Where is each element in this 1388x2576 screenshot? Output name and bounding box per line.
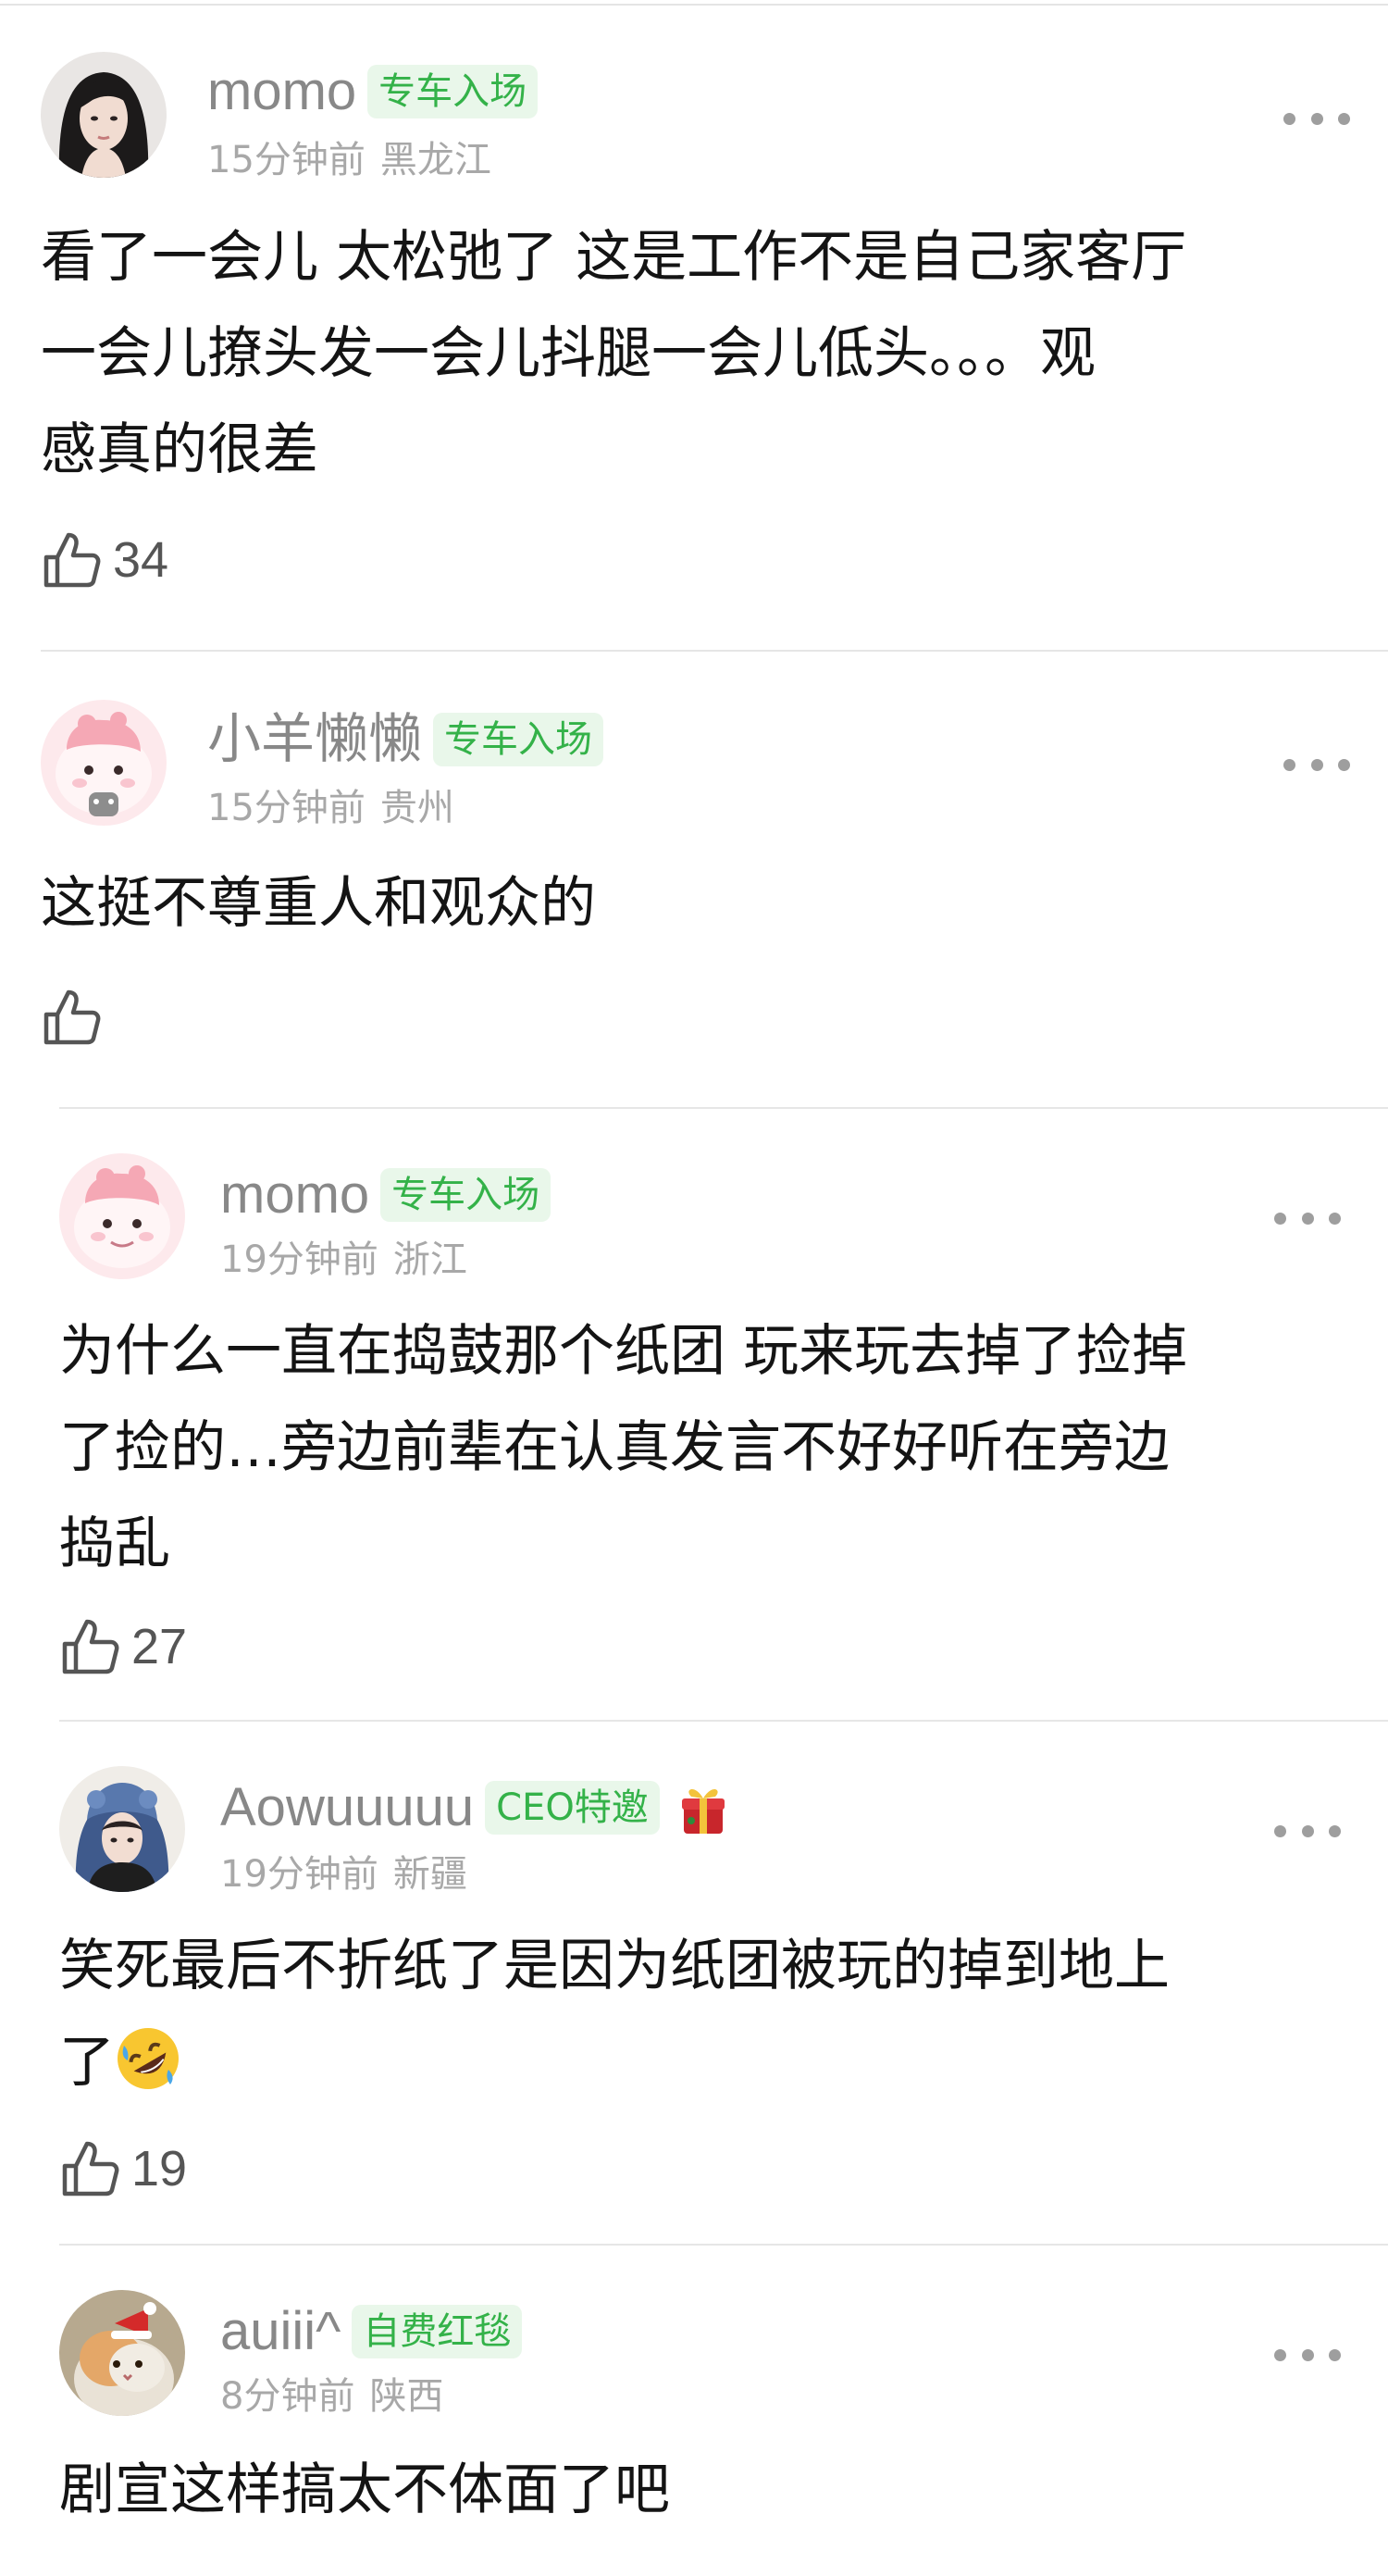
like-count: 19: [131, 2141, 188, 2196]
avatar[interactable]: [59, 2290, 185, 2416]
comment-text: 剧宣这样搞太不体面了吧: [59, 2442, 670, 2538]
username[interactable]: momo: [220, 1163, 369, 1227]
comment-location: 黑龙江: [379, 139, 491, 181]
top-divider: [0, 4, 1388, 6]
comment-time: 15分钟前: [207, 787, 366, 829]
comment-text-line: 为什么一直在捣鼓那个纸团 玩来玩去掉了捡掉: [59, 1319, 1188, 1384]
comment-time: 19分钟前: [220, 1238, 378, 1281]
comment-text-line: 感真的很差: [41, 417, 318, 482]
more-options-icon[interactable]: [1283, 100, 1350, 137]
user-badge: 自费红毯: [352, 2305, 523, 2358]
like-button[interactable]: [41, 987, 113, 1048]
comment-text-line: 捣乱: [59, 1512, 170, 1576]
comment-divider: [59, 1107, 1388, 1109]
like-count: 34: [113, 532, 169, 588]
user-badge: CEO特邀: [485, 1781, 660, 1835]
comment-meta: 8分钟前 陕西: [220, 2373, 443, 2420]
like-count: 27: [131, 1619, 188, 1674]
comment-meta: 19分钟前 新疆: [220, 1851, 467, 1898]
comment-time: 8分钟前: [220, 2375, 355, 2418]
like-button[interactable]: 19: [59, 2138, 187, 2199]
comment-text-line: 一会儿撩头发一会儿抖腿一会儿低头。。。观: [41, 321, 1096, 386]
comment-text-line: 这挺不尊重人和观众的: [41, 871, 596, 936]
comment-time: 19分钟前: [220, 1853, 378, 1896]
comment-divider: [59, 2244, 1388, 2246]
more-options-icon[interactable]: [1274, 1200, 1341, 1237]
username[interactable]: momo: [207, 59, 356, 124]
comment-text: 笑死最后不折纸了是因为纸团被玩的掉到地上 了: [59, 1918, 1170, 2110]
thumbs-up-icon: [41, 987, 102, 1048]
gift-emoji-icon: [676, 1778, 730, 1837]
comment-meta: 15分钟前 贵州: [207, 785, 454, 831]
avatar[interactable]: [59, 1766, 185, 1892]
like-button[interactable]: 27: [59, 1616, 187, 1677]
comment-text: 看了一会儿 太松弛了 这是工作不是自己家客厅 一会儿撩头发一会儿抖腿一会儿低头。…: [41, 209, 1186, 498]
comment-time: 15分钟前: [207, 139, 366, 181]
more-options-icon[interactable]: [1274, 1812, 1341, 1849]
user-badge: 专车入场: [380, 1168, 551, 1222]
comment-text-line: 看了一会儿 太松弛了 这是工作不是自己家客厅: [41, 225, 1187, 290]
rolling-laugh-emoji-icon: [115, 2025, 181, 2092]
comment-text-line: 剧宣这样搞太不体面了吧: [59, 2458, 670, 2522]
username[interactable]: 小羊懒懒: [207, 707, 422, 772]
thumbs-up-icon: [41, 529, 102, 591]
comment-text-line: 了捡的…旁边前辈在认真发言不好好听在旁边: [59, 1415, 1170, 1480]
comment-text-line: 笑死最后不折纸了是因为纸团被玩的掉到地上: [59, 1934, 1170, 1998]
comment-meta: 19分钟前 浙江: [220, 1237, 467, 1283]
comment-text-line: 了: [59, 2030, 115, 2095]
comment-divider: [41, 650, 1388, 652]
comment-text: 为什么一直在捣鼓那个纸团 玩来玩去掉了捡掉 了捡的…旁边前辈在认真发言不好好听在…: [59, 1303, 1187, 1592]
more-options-icon[interactable]: [1283, 746, 1350, 783]
avatar[interactable]: [41, 700, 167, 826]
user-badge: 专车入场: [433, 713, 604, 766]
comment-location: 浙江: [392, 1238, 467, 1281]
comment-location: 新疆: [392, 1853, 467, 1896]
comment-location: 贵州: [379, 787, 454, 829]
comment-meta: 15分钟前 黑龙江: [207, 137, 491, 183]
avatar[interactable]: [59, 1153, 185, 1279]
username[interactable]: auiii^: [220, 2299, 341, 2364]
comment-divider: [59, 1720, 1388, 1722]
thumbs-up-icon: [59, 1616, 120, 1677]
more-options-icon[interactable]: [1274, 2336, 1341, 2373]
comment-location: 陕西: [369, 2375, 444, 2418]
like-button[interactable]: 34: [41, 529, 168, 591]
thumbs-up-icon: [59, 2138, 120, 2199]
comment-text: 这挺不尊重人和观众的: [41, 855, 596, 952]
avatar[interactable]: [41, 52, 167, 178]
username[interactable]: Aowuuuuu: [220, 1775, 474, 1840]
user-badge: 专车入场: [367, 65, 539, 118]
